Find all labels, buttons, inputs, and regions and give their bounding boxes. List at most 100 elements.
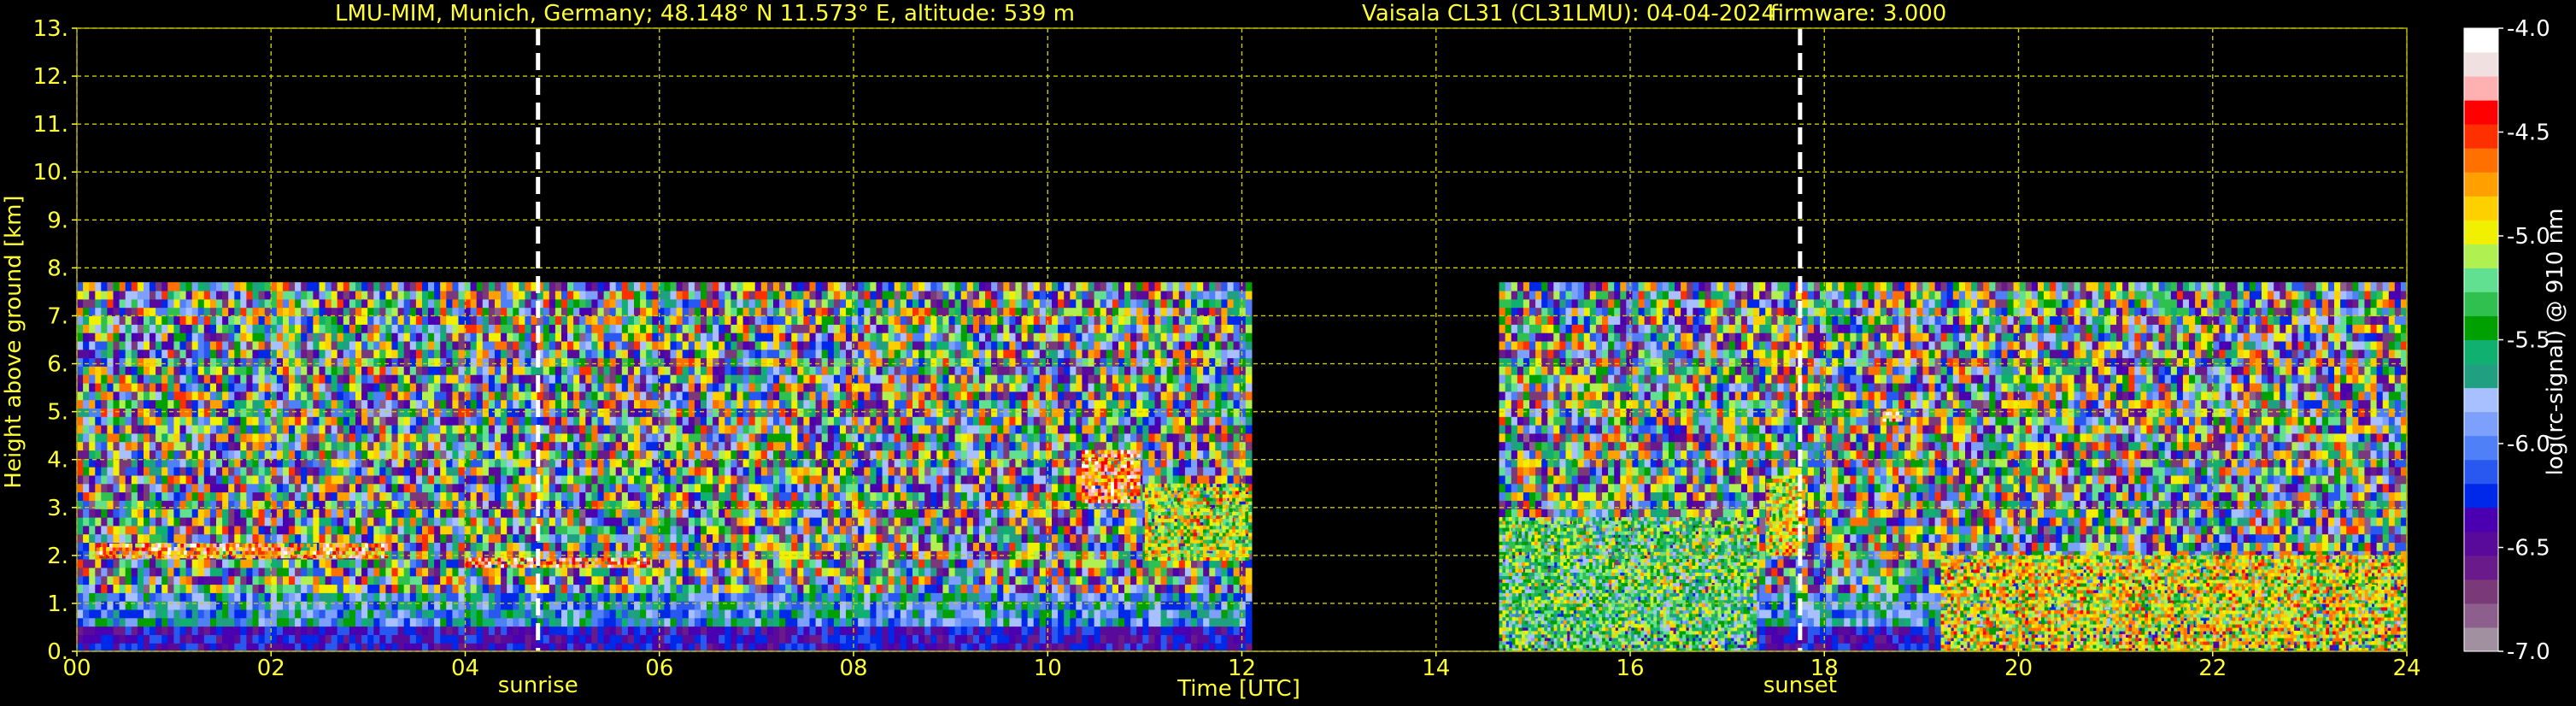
signal-cell <box>846 634 853 644</box>
signal-cell <box>513 533 519 543</box>
signal-cell <box>615 533 623 543</box>
signal-cell <box>150 584 156 593</box>
signal-cell <box>415 450 423 459</box>
signal-cell <box>882 474 889 485</box>
signal-cell <box>748 474 756 485</box>
signal-cell <box>876 542 883 551</box>
signal-cell <box>446 567 453 577</box>
signal-cell <box>1021 450 1029 459</box>
signal-cell <box>95 441 102 451</box>
signal-cell <box>870 617 877 627</box>
signal-cell <box>1009 609 1017 619</box>
signal-cell <box>979 491 986 501</box>
signal-cell <box>1148 567 1156 577</box>
signal-cell <box>228 584 235 593</box>
signal-cell <box>682 432 689 443</box>
signal-cell <box>906 450 913 459</box>
signal-cell <box>773 567 780 577</box>
signal-cell <box>137 575 144 585</box>
signal-cell <box>155 643 162 652</box>
signal-cell <box>470 601 478 610</box>
signal-cell <box>760 533 768 543</box>
signal-cell <box>325 559 332 568</box>
signal-cell <box>652 525 659 535</box>
signal-cell <box>670 542 678 551</box>
signal-cell <box>573 467 580 476</box>
signal-cell <box>409 559 417 568</box>
signal-cell <box>543 643 550 652</box>
signal-cell <box>1197 643 1204 652</box>
signal-cell <box>609 584 617 593</box>
signal-cell <box>821 575 829 585</box>
signal-cell <box>379 483 386 493</box>
signal-cell <box>246 525 254 535</box>
signal-cell <box>446 450 453 459</box>
signal-cell <box>1003 483 1010 493</box>
signal-cell <box>979 626 986 635</box>
signal-cell <box>579 592 586 602</box>
signal-cell <box>1052 474 1059 485</box>
signal-cell <box>1021 559 1029 568</box>
signal-cell <box>1027 474 1035 485</box>
signal-cell <box>191 533 199 543</box>
signal-cell <box>1088 634 1095 644</box>
signal-cell <box>888 517 895 527</box>
signal-cell <box>397 525 405 535</box>
signal-cell <box>827 601 835 610</box>
signal-cell <box>501 575 508 585</box>
signal-cell <box>821 643 829 652</box>
signal-cell <box>634 643 641 652</box>
signal-cell <box>930 450 937 459</box>
signal-cell <box>754 575 762 585</box>
signal-cell <box>694 491 701 501</box>
signal-cell <box>585 450 592 459</box>
signal-cell <box>966 474 974 485</box>
signal-cell <box>779 474 786 485</box>
signal-cell <box>325 584 332 593</box>
signal-cell <box>488 491 496 501</box>
signal-cell <box>840 525 847 535</box>
signal-cell <box>882 491 889 501</box>
signal-cell <box>1082 643 1089 652</box>
signal-cell <box>349 525 356 535</box>
signal-cell <box>1172 643 1180 652</box>
signal-cell <box>83 450 90 459</box>
signal-cell <box>391 567 399 577</box>
signal-cell <box>531 441 538 451</box>
signal-cell <box>888 634 895 644</box>
signal-cell <box>936 609 943 619</box>
signal-cell <box>1058 450 1065 459</box>
signal-cell <box>1052 575 1059 585</box>
signal-cell <box>924 617 931 627</box>
signal-cell <box>379 509 386 518</box>
signal-cell <box>1076 559 1083 568</box>
signal-cell <box>167 467 174 476</box>
signal-cell <box>827 626 835 635</box>
signal-cell <box>434 567 441 577</box>
signal-cell <box>403 491 411 501</box>
signal-cell <box>670 559 678 568</box>
signal-cell <box>1100 441 1107 451</box>
signal-cell <box>525 491 532 501</box>
signal-cell <box>852 441 859 451</box>
signal-cell <box>1106 517 1113 527</box>
signal-cell <box>936 441 943 451</box>
signal-cell <box>283 609 290 619</box>
signal-cell <box>719 441 725 451</box>
signal-cell <box>452 609 460 619</box>
signal-cell <box>760 617 768 627</box>
signal-cell <box>725 525 731 535</box>
signal-cell <box>1003 626 1010 635</box>
signal-cell <box>191 584 199 593</box>
signal-cell <box>1076 525 1083 535</box>
signal-cell <box>1172 567 1180 577</box>
signal-cell <box>440 432 447 443</box>
signal-cell <box>549 441 556 451</box>
signal-cell <box>870 467 877 476</box>
signal-cell <box>870 474 877 485</box>
signal-cell <box>476 467 484 476</box>
signal-cell <box>107 483 114 493</box>
signal-cell <box>948 609 956 619</box>
signal-cell <box>725 609 731 619</box>
signal-cell <box>1058 483 1065 493</box>
